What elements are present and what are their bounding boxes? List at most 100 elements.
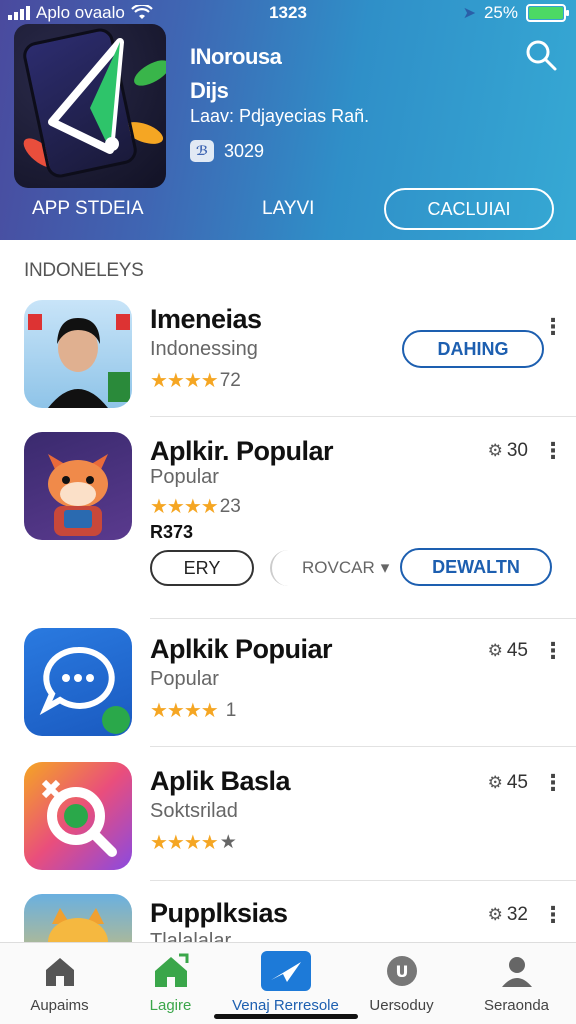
app-rating: ★★★★ 1 bbox=[150, 698, 236, 723]
person-portrait-icon bbox=[28, 314, 130, 408]
search-icon bbox=[526, 40, 557, 71]
magnifier-icon bbox=[41, 779, 117, 857]
app-rating: ★★★★ 23 bbox=[150, 494, 241, 519]
app-category: Tlalalalar bbox=[150, 930, 232, 942]
app-size: ⚙ 32 bbox=[488, 904, 528, 926]
nav-label: Lagire bbox=[149, 997, 192, 1014]
battery-icon bbox=[526, 4, 569, 22]
home-icon bbox=[45, 958, 74, 986]
app-icon-imeneias bbox=[24, 300, 132, 408]
gear-icon: ⚙ bbox=[487, 441, 503, 460]
status-bar: Aplo ovaalo 1323 ➤ 25% bbox=[0, 0, 576, 26]
gear-icon: ⚙ bbox=[487, 773, 503, 792]
nav-item-seraonda[interactable]: Seraonda bbox=[459, 951, 574, 1014]
divider bbox=[150, 880, 576, 881]
app-category: Popular bbox=[150, 466, 219, 488]
list-item[interactable]: Imeneias Indonessing ★★★★ 72 DAHING ⋮ bbox=[0, 298, 576, 418]
rating-count: 72 bbox=[219, 369, 241, 391]
send-icon bbox=[260, 951, 311, 991]
secondary-button[interactable]: ERY bbox=[150, 550, 254, 586]
app-size: ⚙ 45 bbox=[488, 640, 528, 662]
featured-app-meta: ℬ 3029 bbox=[190, 140, 264, 162]
region-select-value: ROVCAR bbox=[302, 558, 375, 577]
nav-label: Aupaims bbox=[30, 997, 89, 1014]
svg-text:U: U bbox=[395, 962, 408, 981]
gear-icon: ⚙ bbox=[487, 641, 503, 660]
updates-icon: U bbox=[386, 956, 417, 986]
header-cta-button[interactable]: CACLUIAI bbox=[384, 188, 554, 230]
rating-count: ★ bbox=[219, 832, 237, 853]
featured-title-line1: INorousa bbox=[190, 44, 282, 69]
star-rating-icon: ★★★★ bbox=[150, 700, 219, 722]
divider bbox=[150, 416, 576, 417]
fox-mascot-icon bbox=[48, 454, 108, 536]
download-button[interactable]: DEWALTN bbox=[400, 548, 552, 586]
home-green-icon bbox=[154, 953, 188, 987]
chat-bubble-icon bbox=[39, 646, 130, 734]
app-size: ⚙ 30 bbox=[488, 440, 528, 462]
list-item[interactable]: Aplik Basla Soktsrilad ★★★★ ★ ⚙ 45 ⋮ bbox=[0, 760, 576, 882]
app-category: Soktsrilad bbox=[150, 800, 238, 822]
app-name: Pupplksias bbox=[150, 898, 288, 928]
search-button[interactable] bbox=[524, 38, 560, 74]
chevron-down-icon: ▾ bbox=[380, 558, 390, 577]
gear-icon: ⚙ bbox=[487, 905, 503, 924]
app-icon-chat bbox=[24, 628, 132, 736]
featured-app-subtitle: Laav: Pdjayecias Rañ. bbox=[190, 106, 370, 126]
featured-title-line2: Dijs bbox=[190, 78, 229, 103]
bottom-navigation: Aupaims Lagire Venaj Rerresole U Uersodu… bbox=[0, 942, 576, 1024]
tab-app-store[interactable]: APP STDEIA bbox=[32, 198, 144, 220]
featured-meta-value: 3029 bbox=[224, 140, 265, 161]
app-rating: ★★★★ ★ bbox=[150, 830, 237, 855]
app-size-value: 32 bbox=[506, 904, 528, 925]
app-store-header: Aplo ovaalo 1323 ➤ 25% INorousa Dijs Laa… bbox=[0, 0, 576, 240]
nav-item-lagire[interactable]: Lagire bbox=[113, 951, 228, 1014]
star-rating-icon: ★★★★ bbox=[150, 370, 219, 392]
nav-item-uersoduy[interactable]: U Uersoduy bbox=[344, 951, 459, 1014]
tab-layvi[interactable]: LAYVI bbox=[262, 198, 314, 220]
rating-count: 1 bbox=[225, 699, 237, 721]
app-name: Aplkik Popuiar bbox=[150, 634, 333, 664]
divider bbox=[150, 618, 576, 619]
more-options-icon[interactable]: ⋮ bbox=[542, 316, 564, 338]
section-title: INDONELEYS bbox=[24, 260, 144, 281]
featured-app-icon[interactable] bbox=[14, 24, 166, 188]
region-select[interactable]: ROVCAR ▾ bbox=[270, 550, 396, 586]
app-rating: ★★★★ 72 bbox=[150, 368, 241, 393]
more-options-icon[interactable]: ⋮ bbox=[542, 640, 564, 662]
nav-label: Seraonda bbox=[483, 997, 550, 1014]
list-item[interactable]: Aplkik Popuiar Popular ★★★★ 1 ⚙ 45 ⋮ bbox=[0, 628, 576, 748]
app-size-value: 45 bbox=[506, 772, 528, 793]
home-indicator[interactable] bbox=[214, 1014, 358, 1019]
app-icon-fox bbox=[24, 432, 132, 540]
nav-label: Uersoduy bbox=[369, 997, 434, 1014]
more-options-icon[interactable]: ⋮ bbox=[542, 772, 564, 794]
more-options-icon[interactable]: ⋮ bbox=[542, 904, 564, 926]
cat-mascot-icon bbox=[48, 908, 108, 942]
location-icon: ➤ bbox=[462, 5, 476, 22]
nav-item-aupaims[interactable]: Aupaims bbox=[2, 951, 117, 1014]
featured-app-title: INorousa Dijs bbox=[190, 40, 282, 108]
divider bbox=[150, 746, 576, 747]
app-name: Aplik Basla bbox=[150, 766, 291, 796]
list-item[interactable]: Pupplksias Tlalalalar ⚙ 32 ⋮ bbox=[0, 894, 576, 942]
app-name: Aplkir. Popular bbox=[150, 436, 334, 466]
app-category: Indonessing bbox=[150, 338, 258, 360]
app-name: Imeneias bbox=[150, 304, 262, 334]
battery-percent: 25% bbox=[483, 3, 518, 22]
person-icon bbox=[501, 957, 532, 987]
app-size: ⚙ 45 bbox=[488, 772, 528, 794]
app-size-value: 45 bbox=[506, 640, 528, 661]
more-options-icon[interactable]: ⋮ bbox=[542, 440, 564, 462]
install-button[interactable]: DAHING bbox=[402, 330, 544, 368]
nav-label: Venaj Rerresole bbox=[232, 997, 339, 1014]
star-rating-icon: ★★★★ bbox=[150, 496, 219, 518]
app-icon-search bbox=[24, 762, 132, 870]
nav-item-venaj-rerresole[interactable]: Venaj Rerresole bbox=[228, 951, 343, 1014]
app-size-value: 30 bbox=[506, 440, 528, 461]
app-category: Popular bbox=[150, 668, 219, 690]
arrow-logo-icon bbox=[48, 38, 124, 154]
star-rating-icon: ★★★★ bbox=[150, 832, 219, 854]
list-item[interactable]: Aplkir. Popular Popular ★★★★ 23 R373 ⚙ 3… bbox=[0, 430, 576, 620]
rating-count: 23 bbox=[219, 495, 241, 517]
